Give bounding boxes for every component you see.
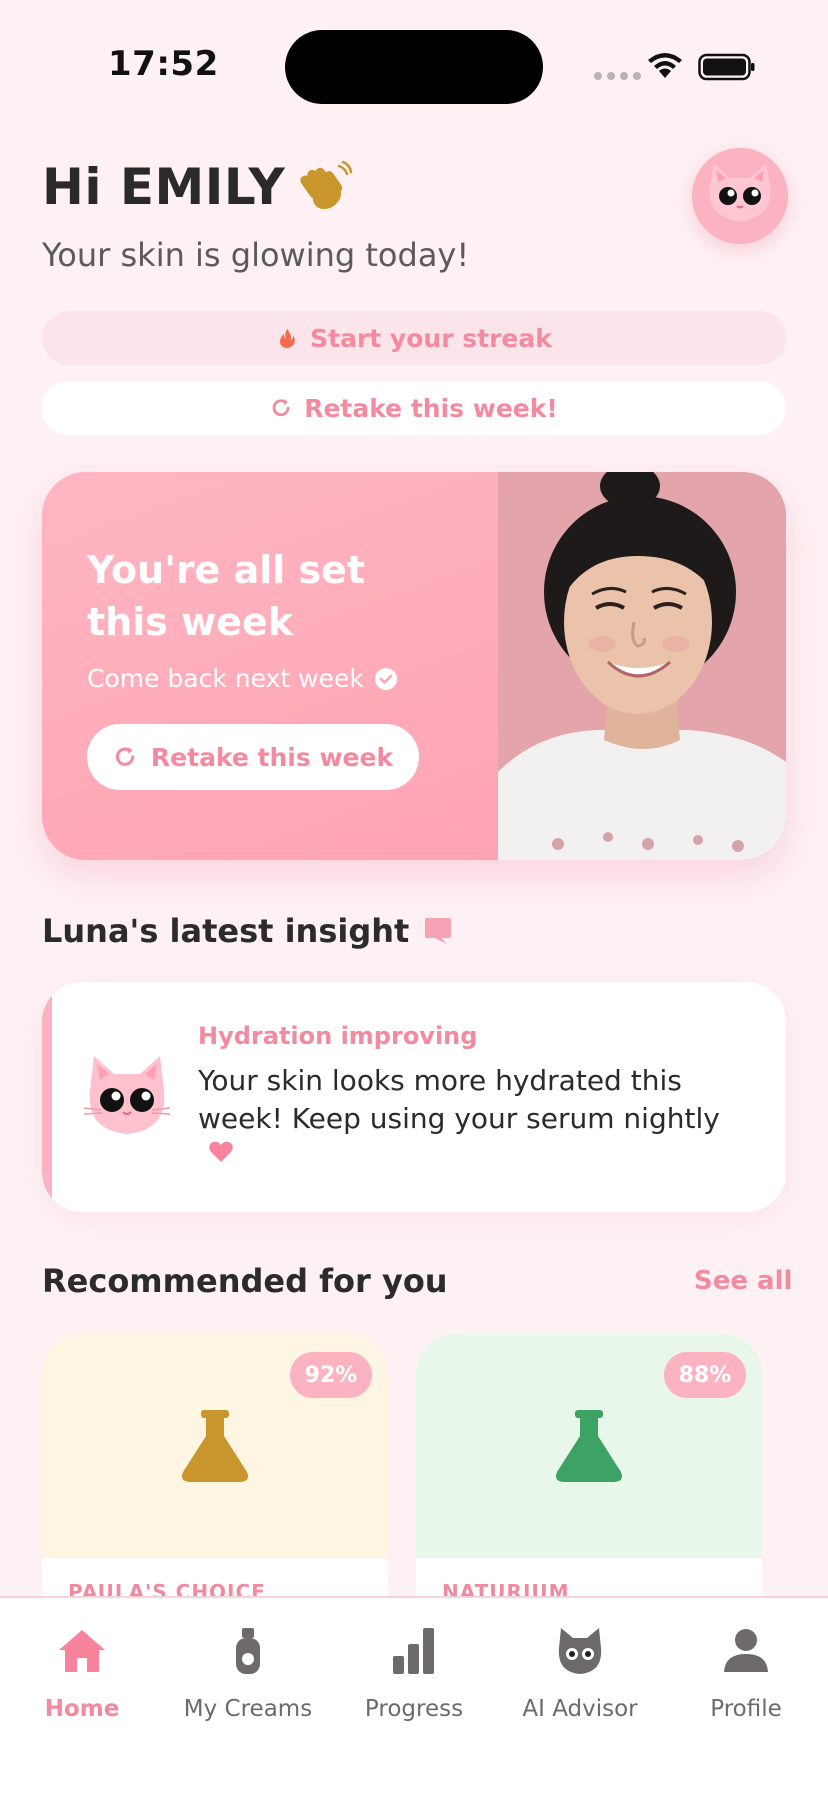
battery-icon <box>698 53 755 81</box>
insight-text: Your skin looks more hydrated this week!… <box>198 1064 720 1135</box>
flask-icon <box>182 1410 248 1482</box>
nav-item-progress[interactable]: Progress <box>334 1626 494 1722</box>
cream-bottle-icon <box>236 1628 260 1674</box>
nav-item-profile[interactable]: Profile <box>666 1626 826 1722</box>
nav-item-my-creams[interactable]: My Creams <box>168 1626 328 1722</box>
retake-week-pill-button[interactable]: Retake this week! <box>42 381 786 435</box>
person-icon <box>724 1629 768 1672</box>
cat-mascot-icon <box>83 1056 171 1134</box>
cellular-signal-icon <box>594 72 641 80</box>
chat-bubble-icon <box>425 918 452 944</box>
insight-section-title-text: Luna's latest insight <box>42 912 410 950</box>
retake-week-pill-label: Retake this week! <box>304 393 558 423</box>
retake-this-week-label: Retake this week <box>150 742 394 772</box>
nav-label-progress: Progress <box>364 1696 464 1722</box>
bar-chart-icon <box>393 1628 434 1674</box>
nav-label-my-creams: My Creams <box>183 1696 313 1722</box>
flame-icon <box>280 329 295 348</box>
start-streak-label: Start your streak <box>310 323 552 353</box>
hero-subtitle-text: Come back next week <box>87 664 364 693</box>
nav-label-home: Home <box>44 1696 120 1722</box>
status-time: 17:52 <box>108 44 219 84</box>
retake-this-week-button[interactable]: Retake this week <box>87 724 419 790</box>
match-percent-badge: 88% <box>664 1352 746 1398</box>
check-circle-icon <box>374 667 397 690</box>
start-streak-button[interactable]: Start your streak <box>42 311 786 365</box>
heart-icon <box>209 1141 233 1162</box>
greeting: Hi EMILY <box>42 158 353 216</box>
insight-accent-bar <box>42 982 52 1212</box>
weekly-status-card: You're all set this week Come back next … <box>42 472 786 860</box>
see-all-link[interactable]: See all <box>694 1266 792 1296</box>
nav-label-ai-advisor: AI Advisor <box>522 1696 638 1722</box>
greeting-subtitle: Your skin is glowing today! <box>42 236 470 274</box>
product-card[interactable]: 88% NATURIUM <box>416 1334 762 1624</box>
home-icon <box>59 1630 105 1672</box>
profile-avatar[interactable] <box>692 148 788 244</box>
waving-hand-icon <box>300 160 353 210</box>
hero-subtitle: Come back next week <box>87 664 398 693</box>
bottom-navigation: Home My Creams Progress AI Advisor Profi… <box>0 1596 828 1800</box>
greeting-title: Hi EMILY <box>42 158 286 216</box>
refresh-icon <box>272 399 290 417</box>
recommended-section-title: Recommended for you <box>42 1262 448 1300</box>
wifi-icon <box>648 53 682 78</box>
nav-item-home[interactable]: Home <box>2 1626 162 1722</box>
insight-section-title: Luna's latest insight <box>42 912 453 950</box>
dynamic-island <box>285 30 543 104</box>
nav-label-profile: Profile <box>710 1696 782 1722</box>
flask-icon <box>556 1410 622 1482</box>
user-face-photo <box>498 472 786 860</box>
status-bar: 17:52 <box>0 0 828 130</box>
cat-mascot-icon <box>709 164 771 222</box>
nav-item-ai-advisor[interactable]: AI Advisor <box>500 1626 660 1722</box>
insight-label: Hydration improving <box>198 1022 478 1050</box>
cat-advisor-icon <box>558 1628 602 1674</box>
refresh-icon <box>115 747 135 766</box>
insight-card[interactable]: Hydration improving Your skin looks more… <box>42 982 786 1212</box>
hero-title: You're all set this week <box>87 548 366 644</box>
hero-content: You're all set this week Come back next … <box>42 472 498 860</box>
product-card[interactable]: 92% PAULA'S CHOICE <box>42 1334 388 1624</box>
match-percent-badge: 92% <box>290 1352 372 1398</box>
